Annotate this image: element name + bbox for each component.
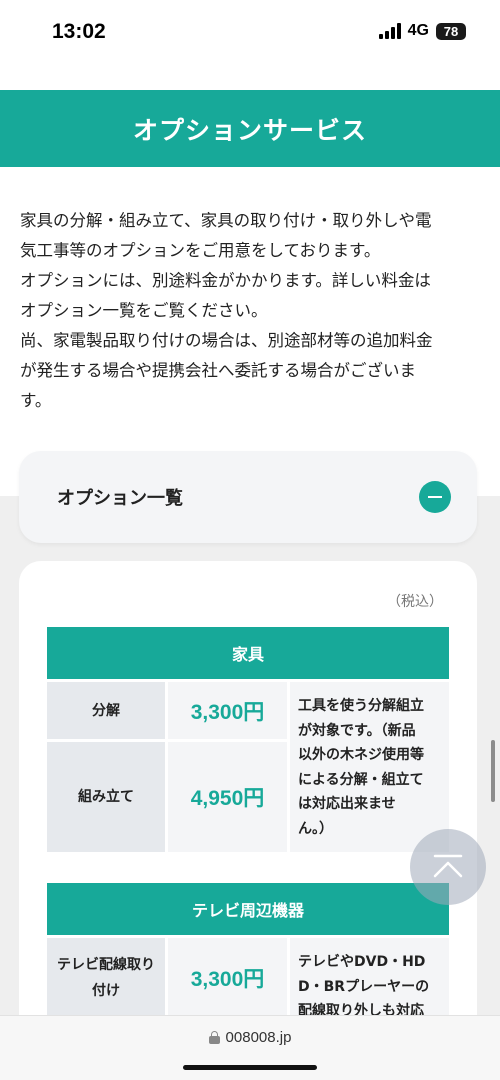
options-accordion-toggle[interactable]: オプション一覧 — [19, 451, 477, 543]
intro-line: 尚、家電製品取り付けの場合は、別途部材等の追加料金 — [20, 331, 433, 350]
option-price: 4,950円 — [168, 742, 287, 852]
option-description: 工具を使う分解組立 が対象です。（新品 以外の木ネジ使用等 による分解・組立て … — [290, 682, 449, 852]
signal-icon — [378, 23, 401, 39]
options-table-furniture: 家具 分解 3,300円 組み立て 4,950円 工具を使う分解組立 が対象です… — [47, 627, 449, 855]
options-card: （税込） 家具 分解 3,300円 組み立て 4,950円 工具を使う分解組立 … — [19, 561, 477, 1080]
tax-note: （税込） — [387, 594, 443, 610]
intro-paragraph: 家具の分解・組み立て、家具の取り付け・取り外しや電 気工事等のオプションをご用意… — [20, 206, 480, 416]
url-display[interactable]: 008008.jp — [0, 1029, 500, 1046]
section-header: オプションサービス — [0, 90, 500, 167]
home-indicator[interactable] — [183, 1065, 317, 1070]
status-indicators: 4G 78 — [378, 22, 466, 40]
description-line: は対応出来ませ — [298, 796, 396, 812]
intro-line: が発生する場合や提携会社へ委託する場合がございま — [20, 361, 416, 380]
options-table-tv: テレビ周辺機器 テレビ配線取り付け 3,300円 テレビやDVD・HD D・BR… — [47, 883, 449, 1021]
description-line: による分解・組立て — [298, 771, 424, 788]
table-body: 分解 3,300円 組み立て 4,950円 工具を使う分解組立 が対象です。（新… — [47, 682, 449, 852]
lock-icon — [208, 1031, 220, 1044]
scroll-to-top-button[interactable] — [410, 829, 486, 905]
battery-icon: 78 — [436, 22, 466, 40]
option-name: 組み立て — [47, 742, 165, 852]
option-name: 分解 — [47, 682, 165, 739]
intro-line: 気工事等のオプションをご用意をしております。 — [20, 241, 381, 260]
browser-address-bar[interactable]: 008008.jp — [0, 1015, 500, 1080]
intro-line: オプション一覧をご覧ください。 — [20, 301, 268, 320]
description-line: D・BRプレーヤーの — [298, 978, 430, 995]
status-time: 13:02 — [52, 20, 106, 43]
intro-line: 家具の分解・組み立て、家具の取り付け・取り外しや電 — [20, 211, 432, 230]
accordion-title: オプション一覧 — [57, 488, 183, 509]
status-bar: 13:02 4G 78 — [0, 0, 500, 70]
table-category-header: テレビ周辺機器 — [47, 883, 449, 935]
description-line: 以外の木ネジ使用等 — [298, 747, 424, 763]
page-title: オプションサービス — [132, 115, 367, 145]
description-line: が対象です。（新品 — [298, 722, 416, 739]
option-price: 3,300円 — [168, 682, 287, 739]
network-label: 4G — [407, 22, 429, 39]
option-description: テレビやDVD・HD D・BRプレーヤーの 配線取り外しも対応 — [290, 938, 449, 1018]
minus-icon[interactable] — [419, 481, 451, 513]
description-line: テレビやDVD・HD — [298, 954, 426, 970]
description-line: 工具を使う分解組立 — [298, 698, 424, 714]
arrow-up-icon — [433, 854, 463, 878]
table-category-header: 家具 — [47, 627, 449, 679]
url-text: 008008.jp — [225, 1029, 292, 1046]
option-price: 3,300円 — [168, 938, 287, 1018]
intro-line: オプションには、別途料金がかかります。詳しい料金は — [20, 271, 431, 290]
table-body: テレビ配線取り付け 3,300円 テレビやDVD・HD D・BRプレーヤーの 配… — [47, 938, 449, 1018]
page-scrollbar[interactable] — [491, 740, 495, 802]
option-name: テレビ配線取り付け — [47, 938, 165, 1018]
intro-line: す。 — [20, 391, 52, 410]
